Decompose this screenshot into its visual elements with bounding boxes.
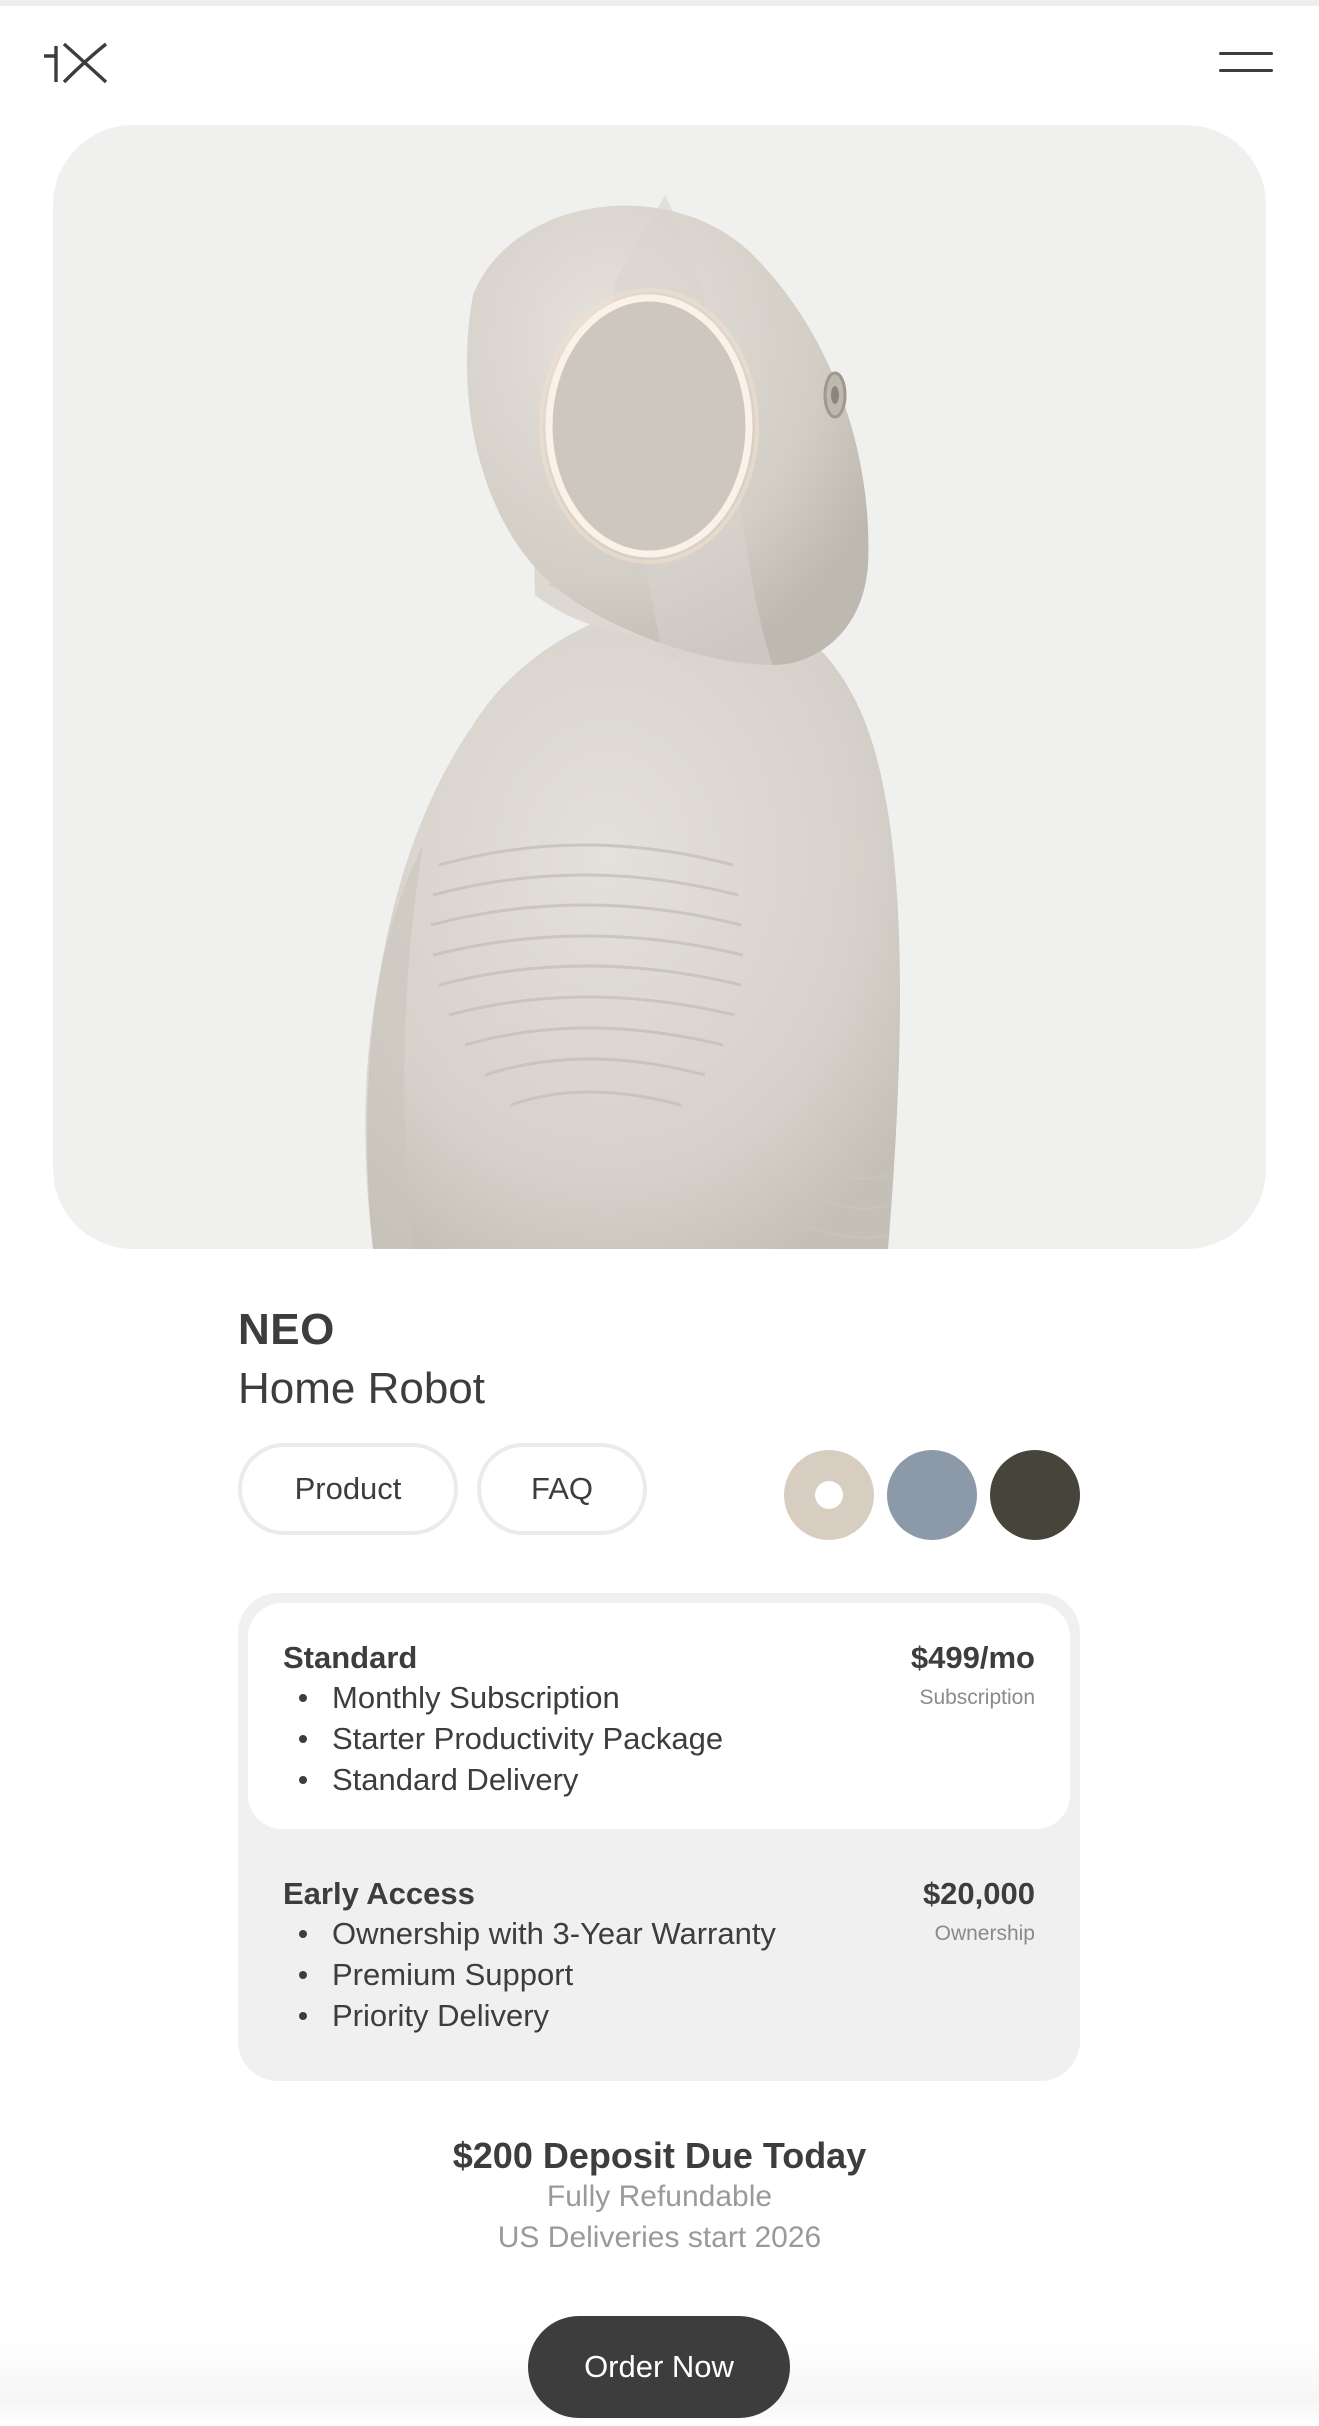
tab-product[interactable]: Product bbox=[238, 1443, 458, 1535]
refund-note: Fully Refundable bbox=[546, 2180, 773, 2213]
plan-title: Early Access bbox=[283, 1876, 475, 1911]
plan-features: Ownership with 3-Year Warranty Premium S… bbox=[283, 1913, 776, 2036]
plan-price-label: Ownership bbox=[934, 1922, 1035, 1945]
plan-price: $499/mo bbox=[910, 1640, 1035, 1675]
1x-logo-icon[interactable] bbox=[42, 40, 110, 88]
plan-price: $20,000 bbox=[922, 1876, 1035, 1911]
plan-feature: Starter Productivity Package bbox=[283, 1718, 723, 1759]
menu-line bbox=[1219, 52, 1273, 55]
plan-features: Monthly Subscription Starter Productivit… bbox=[283, 1677, 723, 1800]
product-name: NEO bbox=[238, 1305, 335, 1354]
hero-carousel[interactable] bbox=[53, 125, 1266, 1249]
hamburger-menu-icon[interactable] bbox=[1216, 48, 1276, 78]
color-swatch-dark-olive[interactable] bbox=[990, 1450, 1080, 1540]
plan-early-access-card[interactable]: Early Access $20,000 Ownership Ownership… bbox=[248, 1839, 1070, 2071]
plan-feature: Priority Delivery bbox=[283, 1995, 776, 2036]
plan-feature: Ownership with 3-Year Warranty bbox=[283, 1913, 776, 1954]
color-swatch-blue-gray[interactable] bbox=[887, 1450, 977, 1540]
delivery-note: US Deliveries start 2026 bbox=[497, 2221, 822, 2254]
plan-standard-card[interactable]: Standard $499/mo Subscription Monthly Su… bbox=[248, 1603, 1070, 1829]
plan-feature: Monthly Subscription bbox=[283, 1677, 723, 1718]
deposit-text: $200 Deposit Due Today bbox=[452, 2135, 867, 2176]
product-subtitle: Home Robot bbox=[238, 1364, 486, 1413]
plan-feature: Premium Support bbox=[283, 1954, 776, 1995]
menu-line bbox=[1219, 69, 1273, 72]
selected-indicator bbox=[815, 1481, 843, 1509]
order-now-button[interactable]: Order Now bbox=[528, 2316, 790, 2418]
color-swatch-beige[interactable] bbox=[784, 1450, 874, 1540]
tab-faq-label: FAQ bbox=[530, 1471, 593, 1506]
plan-price-label: Subscription bbox=[919, 1686, 1035, 1709]
top-border bbox=[0, 0, 1319, 6]
tab-product-label: Product bbox=[294, 1471, 402, 1506]
robot-image bbox=[365, 195, 900, 1249]
tab-faq[interactable]: FAQ bbox=[477, 1443, 647, 1535]
plan-selector: Standard $499/mo Subscription Monthly Su… bbox=[238, 1593, 1080, 2081]
plan-feature: Standard Delivery bbox=[283, 1759, 723, 1800]
plan-title: Standard bbox=[283, 1640, 418, 1675]
